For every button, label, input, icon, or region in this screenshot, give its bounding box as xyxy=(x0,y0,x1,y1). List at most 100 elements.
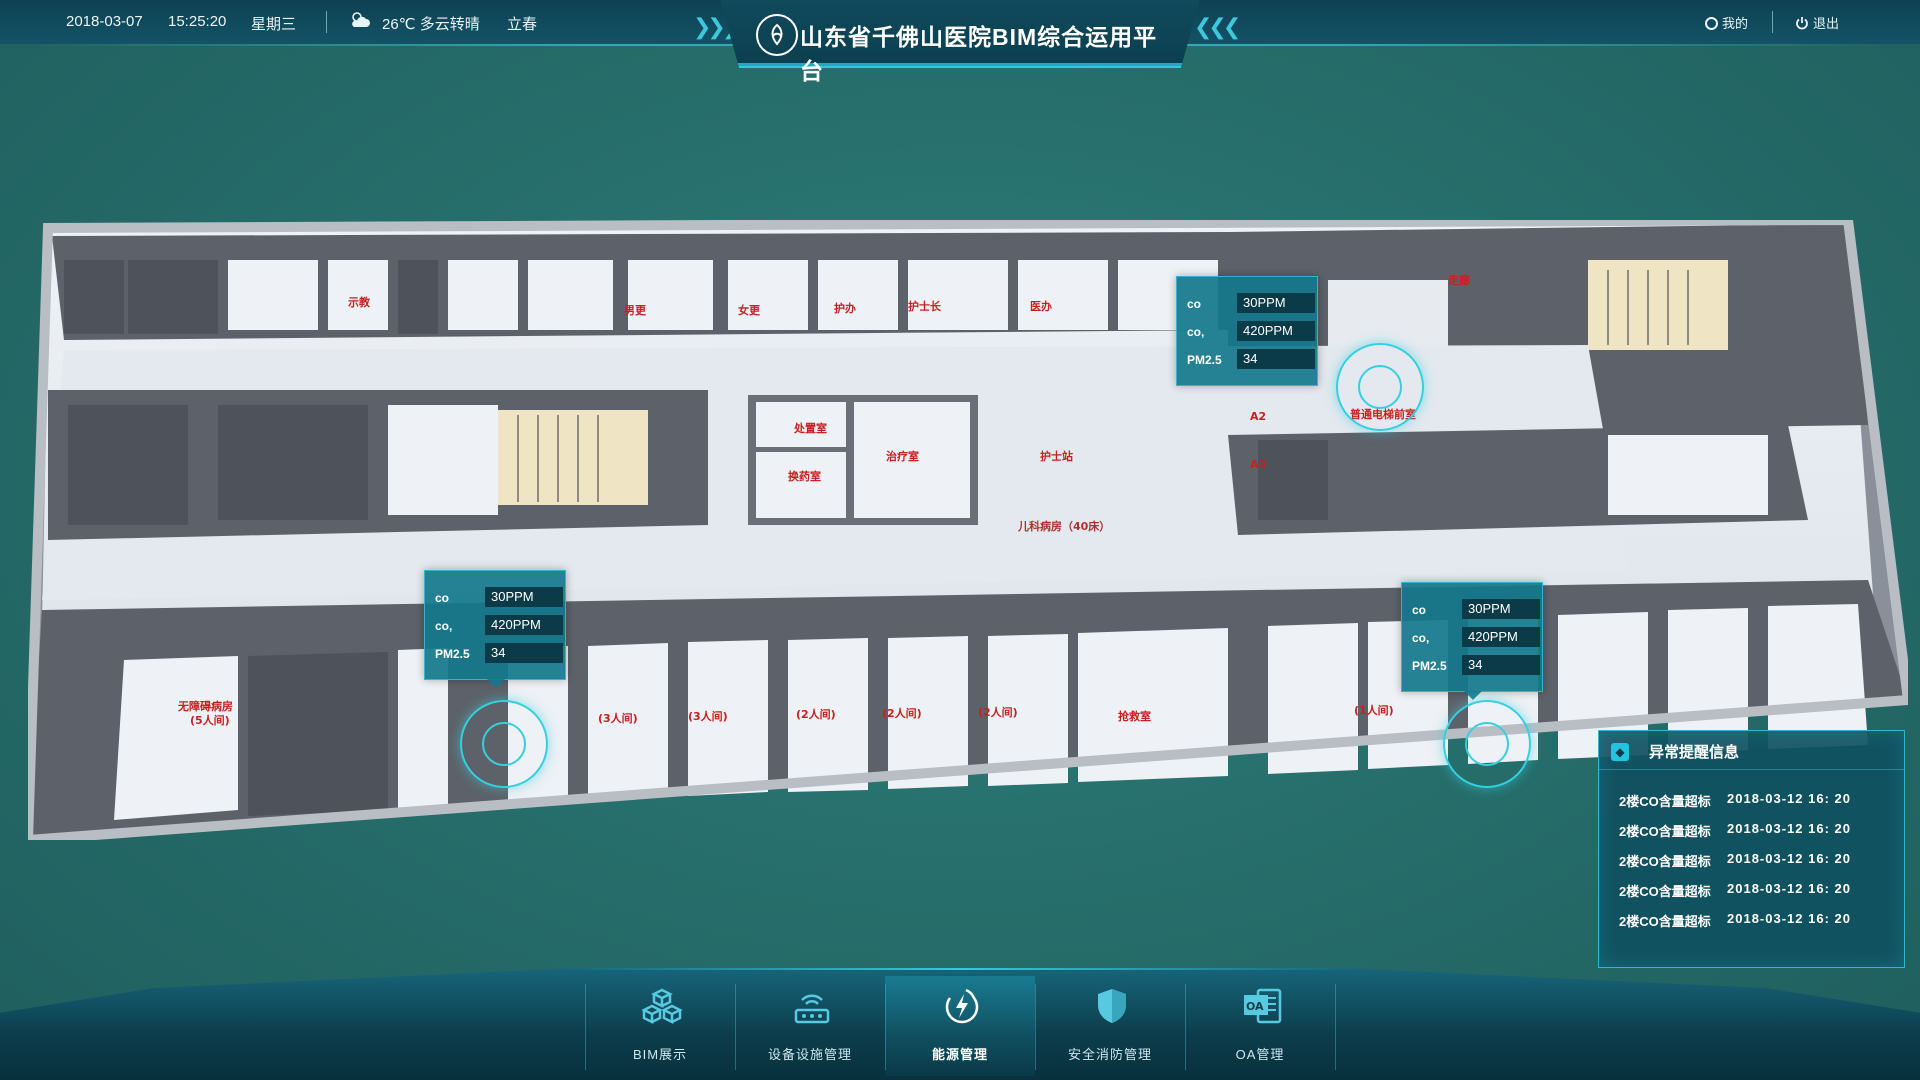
label-a3: A3 xyxy=(1250,458,1266,471)
label-room-2a: (2人间) xyxy=(796,707,836,721)
alert-message: 2楼CO含量超标 xyxy=(1619,854,1711,869)
label-female-changing: 女更 xyxy=(738,303,761,317)
label-doctor-office: 医办 xyxy=(1030,299,1052,313)
co-value: 30PPM xyxy=(1237,293,1315,313)
shield-icon xyxy=(1090,986,1130,1026)
co2-label: co, xyxy=(1412,631,1430,645)
nav-bim-display[interactable]: BIM展示 xyxy=(585,976,735,1076)
label-accessible-ward-beds: (5人间) xyxy=(190,713,230,727)
header-separator-right xyxy=(1772,11,1773,33)
co-value: 30PPM xyxy=(485,587,563,607)
nav-glow-line xyxy=(560,968,1360,970)
router-icon xyxy=(790,986,830,1026)
label-a2: A2 xyxy=(1250,410,1266,423)
energy-icon xyxy=(940,986,980,1026)
oa-icon: OA xyxy=(1240,986,1282,1026)
pm25-label: PM2.5 xyxy=(435,647,470,661)
label-treatment-room: 治疗室 xyxy=(886,449,919,463)
logout-button[interactable]: 退出 xyxy=(1795,13,1839,33)
cubes-icon xyxy=(640,986,683,1026)
label-male-changing: 男更 xyxy=(624,304,647,317)
co-label: co xyxy=(1187,297,1202,311)
nav-label: 设备设施管理 xyxy=(767,1047,852,1062)
cloud-sun-icon xyxy=(348,10,372,34)
page-title: 山东省千佛山医院BIM综合运用平台 xyxy=(800,24,1158,84)
pm25-value: 34 xyxy=(1237,349,1315,369)
header-weather: 26℃ 多云转晴 xyxy=(382,16,480,33)
sensor-panel-southeast[interactable]: co 30PPM co, 420PPM PM2.5 34 xyxy=(1401,582,1543,700)
alert-time: 2018-03-12 16: 20 xyxy=(1727,791,1851,806)
sensor-marker-ring[interactable] xyxy=(1443,700,1531,788)
co2-value: 420PPM xyxy=(1462,627,1540,647)
label-room-3a: (3人间) xyxy=(598,711,638,725)
pm25-label: PM2.5 xyxy=(1412,659,1447,673)
nav-energy-management[interactable]: 能源管理 xyxy=(885,976,1035,1076)
alert-item[interactable]: 2楼CO含量超标 2018-03-12 16: 20 xyxy=(1619,821,1889,843)
co-label: co xyxy=(1412,603,1427,617)
header-date: 2018-03-07 xyxy=(66,13,143,30)
sensor-marker-ring[interactable] xyxy=(1336,343,1424,431)
alert-item[interactable]: 2楼CO含量超标 2018-03-12 16: 20 xyxy=(1619,881,1889,903)
alert-message: 2楼CO含量超标 xyxy=(1619,824,1711,839)
label-room-2c: (2人间) xyxy=(978,705,1018,719)
alert-panel-header: ◆ 异常提醒信息 xyxy=(1599,731,1904,770)
header-weekday: 星期三 xyxy=(251,16,297,33)
alert-time: 2018-03-12 16: 20 xyxy=(1727,881,1851,896)
hospital-logo-icon xyxy=(756,14,798,56)
alert-item[interactable]: 2楼CO含量超标 2018-03-12 16: 20 xyxy=(1619,791,1889,813)
nav-oa-management[interactable]: OA OA管理 xyxy=(1185,976,1335,1076)
label-head-nurse: 护士长 xyxy=(908,299,942,313)
nav-label: BIM展示 xyxy=(632,1047,688,1062)
sensor-marker-ring[interactable] xyxy=(460,700,548,788)
nav-fire-safety-management[interactable]: 安全消防管理 xyxy=(1035,976,1185,1076)
nav-equipment-management[interactable]: 设备设施管理 xyxy=(735,976,885,1076)
label-dressing-room: 换药室 xyxy=(788,469,821,483)
power-icon xyxy=(1795,16,1809,33)
label-ward: 儿科病房（40床） xyxy=(1017,519,1110,533)
user-icon xyxy=(1705,17,1718,30)
alert-time: 2018-03-12 16: 20 xyxy=(1727,821,1851,836)
header-separator xyxy=(326,11,327,33)
alert-item[interactable]: 2楼CO含量超标 2018-03-12 16: 20 xyxy=(1619,851,1889,873)
alert-message: 2楼CO含量超标 xyxy=(1619,884,1711,899)
co2-label: co, xyxy=(435,619,453,633)
alert-icon: ◆ xyxy=(1611,743,1629,761)
label-accessible-ward: 无障碍病房 xyxy=(177,699,233,713)
alert-time: 2018-03-12 16: 20 xyxy=(1727,911,1851,926)
label-room-3b: (3人间) xyxy=(688,709,728,723)
chevrons-left-icon: ❮❮❮ xyxy=(1194,14,1241,39)
header-time: 15:25:20 xyxy=(168,13,227,30)
label-rescue-room: 抢救室 xyxy=(1118,709,1151,723)
label-nurse-station: 护士站 xyxy=(1040,449,1073,463)
label-nurse-office: 护办 xyxy=(834,301,856,315)
my-label: 我的 xyxy=(1722,16,1749,31)
label-room-2b: (2人间) xyxy=(882,706,922,720)
pm25-label: PM2.5 xyxy=(1187,353,1222,367)
label-demo: 示教 xyxy=(347,295,371,309)
svg-text:OA: OA xyxy=(1246,1000,1264,1013)
co-label: co xyxy=(435,591,450,605)
nav-divider xyxy=(1335,984,1336,1070)
alert-message: 2楼CO含量超标 xyxy=(1619,914,1711,929)
pm25-value: 34 xyxy=(485,643,563,663)
label-room-1: (1人间) xyxy=(1354,703,1394,717)
co2-value: 420PPM xyxy=(1237,321,1315,341)
alert-item[interactable]: 2楼CO含量超标 2018-03-12 16: 20 xyxy=(1619,911,1889,933)
my-account-link[interactable]: 我的 xyxy=(1705,13,1748,32)
nav-label: 能源管理 xyxy=(931,1047,988,1062)
alert-title: 异常提醒信息 xyxy=(1649,744,1740,761)
pm25-value: 34 xyxy=(1462,655,1540,675)
label-disposal-room: 处置室 xyxy=(793,421,827,435)
co2-value: 420PPM xyxy=(485,615,563,635)
label-corridor: 走廊 xyxy=(1447,273,1470,287)
alert-time: 2018-03-12 16: 20 xyxy=(1727,851,1851,866)
alert-message: 2楼CO含量超标 xyxy=(1619,794,1711,809)
sensor-panel-northeast[interactable]: co 30PPM co, 420PPM PM2.5 34 xyxy=(1176,276,1318,386)
nav-label: OA管理 xyxy=(1235,1047,1285,1062)
nav-label: 安全消防管理 xyxy=(1067,1047,1152,1062)
co-value: 30PPM xyxy=(1462,599,1540,619)
sensor-panel-southwest[interactable]: co 30PPM co, 420PPM PM2.5 34 xyxy=(424,570,566,688)
alert-panel: ◆ 异常提醒信息 2楼CO含量超标 2018-03-12 16: 20 2楼CO含… xyxy=(1598,730,1905,968)
logout-label: 退出 xyxy=(1813,16,1840,31)
header-solar-term: 立春 xyxy=(507,16,538,33)
